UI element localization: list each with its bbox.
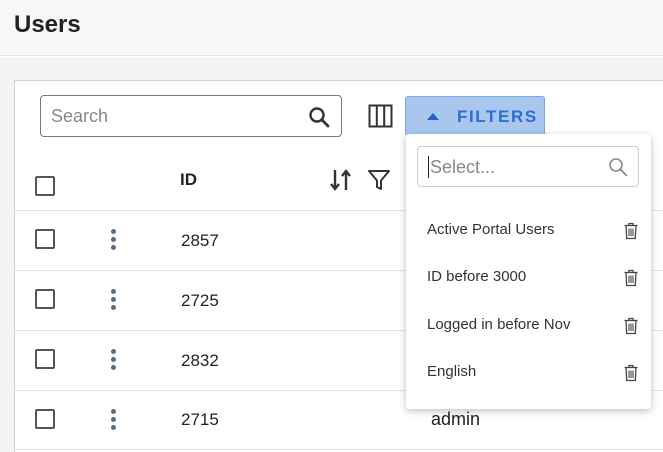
row-checkbox[interactable] (35, 229, 55, 249)
filter-select-input[interactable] (428, 156, 598, 178)
filter-icon[interactable] (366, 167, 392, 193)
columns-icon[interactable] (368, 104, 393, 128)
saved-filter-label: Active Portal Users (427, 221, 555, 238)
row-checkbox[interactable] (35, 349, 55, 369)
column-header-id[interactable]: ID (180, 170, 197, 190)
row-username: admin (431, 409, 481, 429)
row-id: 2832 (181, 351, 219, 370)
filter-select-box[interactable] (417, 146, 639, 187)
row-id: 2857 (181, 231, 219, 250)
saved-filter-label: ID before 3000 (427, 268, 527, 285)
search-box[interactable] (40, 95, 342, 137)
kebab-menu-icon[interactable] (108, 289, 118, 311)
saved-filter-item[interactable]: Active Portal Users (406, 211, 651, 251)
trash-icon[interactable] (623, 364, 639, 382)
row-divider (14, 449, 663, 450)
row-id: 2715 (181, 410, 219, 429)
kebab-menu-icon[interactable] (108, 409, 118, 431)
row-checkbox[interactable] (35, 409, 55, 429)
saved-filter-item[interactable]: English (406, 353, 651, 393)
search-input[interactable] (51, 105, 301, 127)
saved-filter-label: Logged in before Nov (427, 316, 571, 333)
trash-icon[interactable] (623, 317, 639, 335)
kebab-menu-icon[interactable] (108, 229, 118, 251)
page-title: Users (14, 11, 81, 38)
filters-button-label: FILTERS (457, 107, 538, 126)
saved-filter-item[interactable]: ID before 3000 (406, 258, 651, 298)
trash-icon[interactable] (623, 222, 639, 240)
saved-filter-item[interactable]: Logged in before Nov (406, 306, 651, 346)
sort-icon[interactable] (328, 167, 354, 193)
saved-filter-label: English (427, 363, 477, 380)
trash-icon[interactable] (623, 269, 639, 287)
filters-button[interactable]: FILTERS (405, 96, 545, 136)
page-header: Users (0, 0, 663, 56)
search-icon[interactable] (307, 105, 331, 129)
select-all-checkbox[interactable] (35, 176, 55, 196)
caret-up-icon (427, 113, 439, 120)
row-id: 2725 (181, 291, 219, 310)
filters-dropdown: Active Portal Users ID before 3000 Logge… (406, 134, 651, 409)
search-icon (609, 158, 628, 177)
row-checkbox[interactable] (35, 289, 55, 309)
kebab-menu-icon[interactable] (108, 349, 118, 371)
